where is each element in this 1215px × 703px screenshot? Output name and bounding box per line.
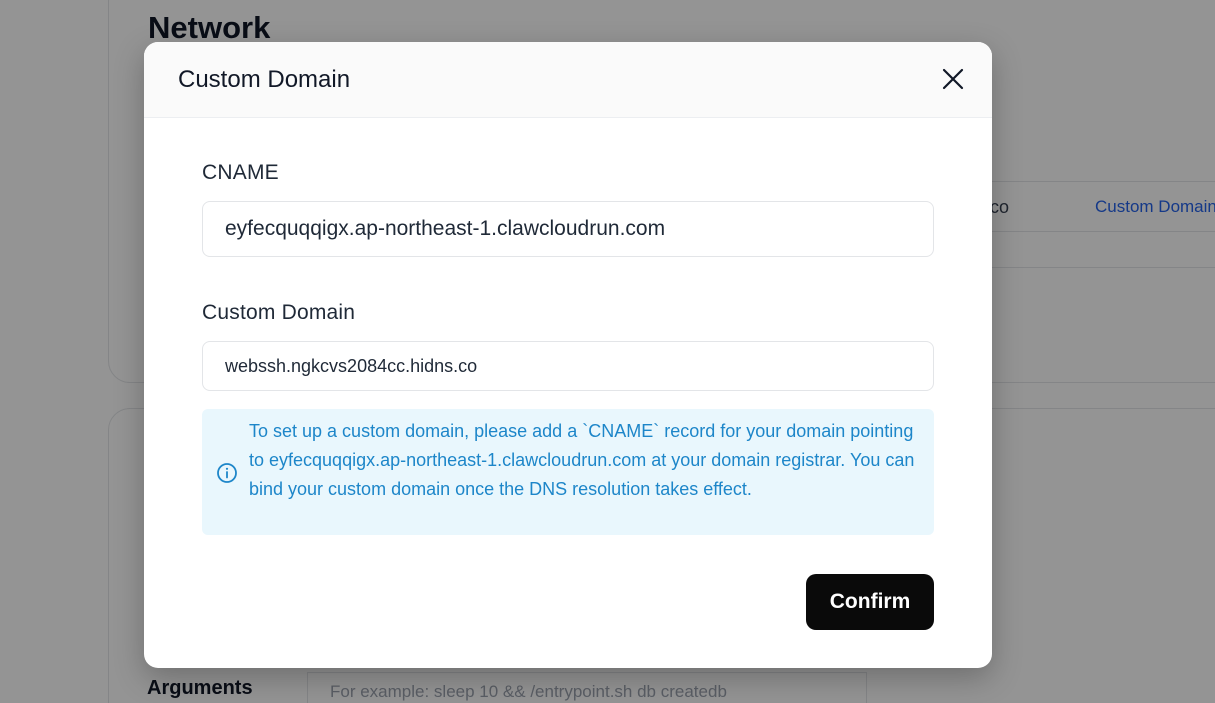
close-icon: [942, 68, 964, 90]
cname-label: CNAME: [202, 161, 279, 184]
cname-field[interactable]: eyfecquqqigx.ap-northeast-1.clawcloudrun…: [202, 201, 934, 257]
info-icon: [217, 463, 237, 483]
dialog-header: Custom Domain: [144, 42, 992, 118]
info-message: To set up a custom domain, please add a …: [249, 421, 915, 499]
close-button[interactable]: [934, 60, 972, 98]
custom-domain-dialog: Custom Domain CNAME eyfecquqqigx.ap-nort…: [144, 42, 992, 668]
custom-domain-label: Custom Domain: [202, 301, 356, 324]
info-alert: To set up a custom domain, please add a …: [202, 409, 934, 535]
dialog-title: Custom Domain: [178, 66, 351, 93]
custom-domain-field[interactable]: webssh.ngkcvs2084cc.hidns.co: [202, 341, 934, 391]
confirm-button[interactable]: Confirm: [806, 574, 934, 630]
